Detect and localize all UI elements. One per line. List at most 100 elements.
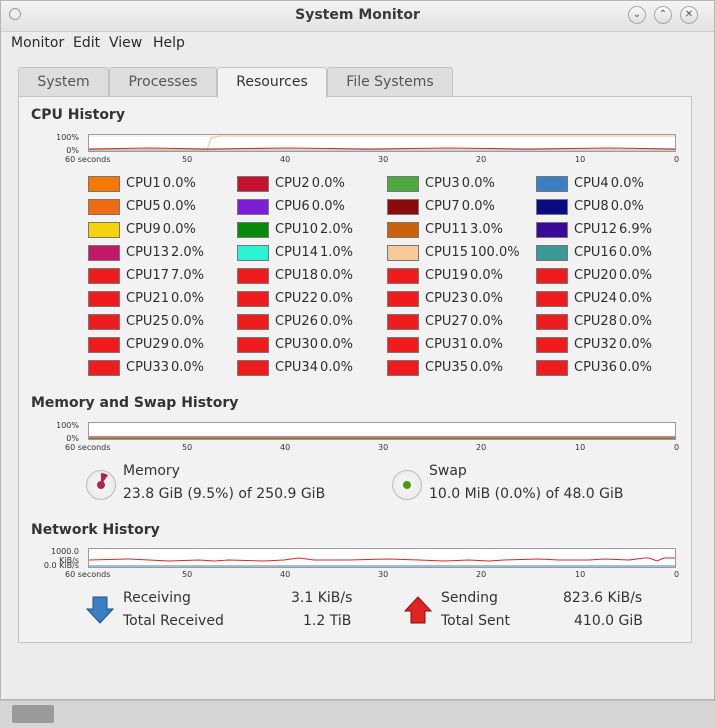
tab-resources[interactable]: Resources — [217, 67, 327, 98]
cpu-color-swatch[interactable] — [536, 199, 568, 215]
cpu-name: CPU6 — [275, 199, 310, 214]
net-x-label-50: 50 — [182, 570, 193, 579]
cpu-color-swatch[interactable] — [387, 337, 419, 353]
cpu-color-swatch[interactable] — [237, 268, 269, 284]
chevron-down-icon: ⌄ — [632, 9, 642, 20]
total-received-label: Total Received — [123, 613, 224, 629]
cpu-color-swatch[interactable] — [237, 314, 269, 330]
cpu-color-swatch[interactable] — [387, 291, 419, 307]
cpu-color-swatch[interactable] — [88, 314, 120, 330]
tab-processes[interactable]: Processes — [109, 67, 217, 96]
cpu-color-swatch[interactable] — [536, 291, 568, 307]
close-button[interactable]: ✕ — [680, 6, 698, 24]
sending-arrow-icon — [403, 596, 433, 624]
sending-rate: 823.6 KiB/s — [563, 590, 643, 606]
horizontal-scrollbar[interactable] — [0, 700, 715, 728]
menu-view[interactable]: View — [109, 35, 142, 51]
cpu-color-swatch[interactable] — [237, 360, 269, 376]
cpu-color-swatch[interactable] — [536, 314, 568, 330]
cpu-name: CPU23 — [425, 291, 468, 306]
swap-label: Swap — [429, 463, 467, 479]
memory-detail: 23.8 GiB (9.5%) of 250.9 GiB — [123, 486, 326, 502]
maximize-button[interactable]: ⌃ — [654, 6, 672, 24]
cpu-color-swatch[interactable] — [536, 337, 568, 353]
cpu-usage-value: 0.0% — [470, 314, 504, 329]
cpu-x-label-0: 0 — [674, 155, 680, 164]
tab-file-systems[interactable]: File Systems — [327, 67, 453, 96]
cpu-usage-value: 0.0% — [610, 176, 644, 191]
cpu-color-swatch[interactable] — [387, 245, 419, 261]
cpu-name: CPU2 — [275, 176, 310, 191]
cpu-usage-value: 0.0% — [610, 199, 644, 214]
cpu-color-swatch[interactable] — [88, 222, 120, 238]
cpu-name: CPU24 — [574, 291, 617, 306]
cpu-name: CPU13 — [126, 245, 169, 260]
cpu-color-swatch[interactable] — [237, 337, 269, 353]
total-sent-value: 410.0 GiB — [574, 613, 643, 629]
cpu-color-swatch[interactable] — [88, 360, 120, 376]
cpu-name: CPU31 — [425, 337, 468, 352]
mem-y-label-min: 0% — [66, 434, 79, 443]
cpu-color-swatch[interactable] — [387, 268, 419, 284]
cpu-color-swatch[interactable] — [88, 199, 120, 215]
net-x-label-20: 20 — [476, 570, 487, 579]
net-y-label-min: 0.0 KiB/s — [43, 561, 79, 570]
receiving-label: Receiving — [123, 590, 191, 606]
cpu-color-swatch[interactable] — [387, 314, 419, 330]
cpu-color-swatch[interactable] — [237, 199, 269, 215]
cpu-color-swatch[interactable] — [387, 222, 419, 238]
scrollbar-thumb[interactable] — [12, 705, 54, 723]
cpu-usage-value: 2.0% — [320, 222, 354, 237]
receiving-arrow-icon — [85, 596, 115, 624]
cpu-color-swatch[interactable] — [237, 291, 269, 307]
menu-help[interactable]: Help — [153, 35, 185, 51]
total-received-value: 1.2 TiB — [303, 613, 352, 629]
cpu-usage-value: 0.0% — [311, 199, 345, 214]
cpu-color-swatch[interactable] — [536, 245, 568, 261]
cpu-color-swatch[interactable] — [536, 268, 568, 284]
net-x-label-60: 60 seconds — [65, 570, 111, 579]
cpu-usage-value: 0.0% — [171, 337, 205, 352]
cpu-color-swatch[interactable] — [387, 360, 419, 376]
cpu-y-label-min: 0% — [66, 146, 79, 155]
cpu-color-swatch[interactable] — [237, 176, 269, 192]
cpu-name: CPU17 — [126, 268, 169, 283]
cpu-color-swatch[interactable] — [237, 245, 269, 261]
cpu-name: CPU9 — [126, 222, 161, 237]
menu-monitor[interactable]: Monitor — [11, 35, 64, 51]
cpu-usage-value: 0.0% — [320, 360, 354, 375]
cpu-name: CPU36 — [574, 360, 617, 375]
minimize-button[interactable]: ⌄ — [628, 6, 646, 24]
cpu-x-label-50: 50 — [182, 155, 193, 164]
cpu-color-swatch[interactable] — [536, 176, 568, 192]
net-x-label-10: 10 — [575, 570, 586, 579]
receiving-rate: 3.1 KiB/s — [291, 590, 353, 606]
cpu-name: CPU7 — [425, 199, 460, 214]
cpu-color-swatch[interactable] — [88, 337, 120, 353]
cpu-color-swatch[interactable] — [88, 176, 120, 192]
chevron-up-icon: ⌃ — [658, 9, 668, 20]
cpu-color-swatch[interactable] — [536, 222, 568, 238]
cpu-usage-value: 0.0% — [461, 199, 495, 214]
swap-detail: 10.0 MiB (0.0%) of 48.0 GiB — [429, 486, 624, 502]
cpu-color-swatch[interactable] — [387, 176, 419, 192]
cpu-color-swatch[interactable] — [237, 222, 269, 238]
cpu-color-swatch[interactable] — [387, 199, 419, 215]
cpu-graph-canvas — [89, 135, 675, 151]
cpu-color-swatch[interactable] — [88, 268, 120, 284]
menu-edit[interactable]: Edit — [73, 35, 100, 51]
cpu-color-swatch[interactable] — [88, 245, 120, 261]
cpu-x-label-60: 60 seconds — [65, 155, 111, 164]
net-x-label-40: 40 — [280, 570, 291, 579]
cpu-color-swatch[interactable] — [536, 360, 568, 376]
cpu-x-label-20: 20 — [476, 155, 487, 164]
mem-x-label-60: 60 seconds — [65, 443, 111, 452]
swap-pie-icon — [392, 470, 422, 500]
cpu-name: CPU21 — [126, 291, 169, 306]
cpu-usage-value: 0.0% — [320, 268, 354, 283]
cpu-color-swatch[interactable] — [88, 291, 120, 307]
cpu-usage-value: 0.0% — [470, 291, 504, 306]
cpu-name: CPU12 — [574, 222, 617, 237]
cpu-history-title: CPU History — [31, 107, 125, 123]
tab-system[interactable]: System — [18, 67, 109, 96]
